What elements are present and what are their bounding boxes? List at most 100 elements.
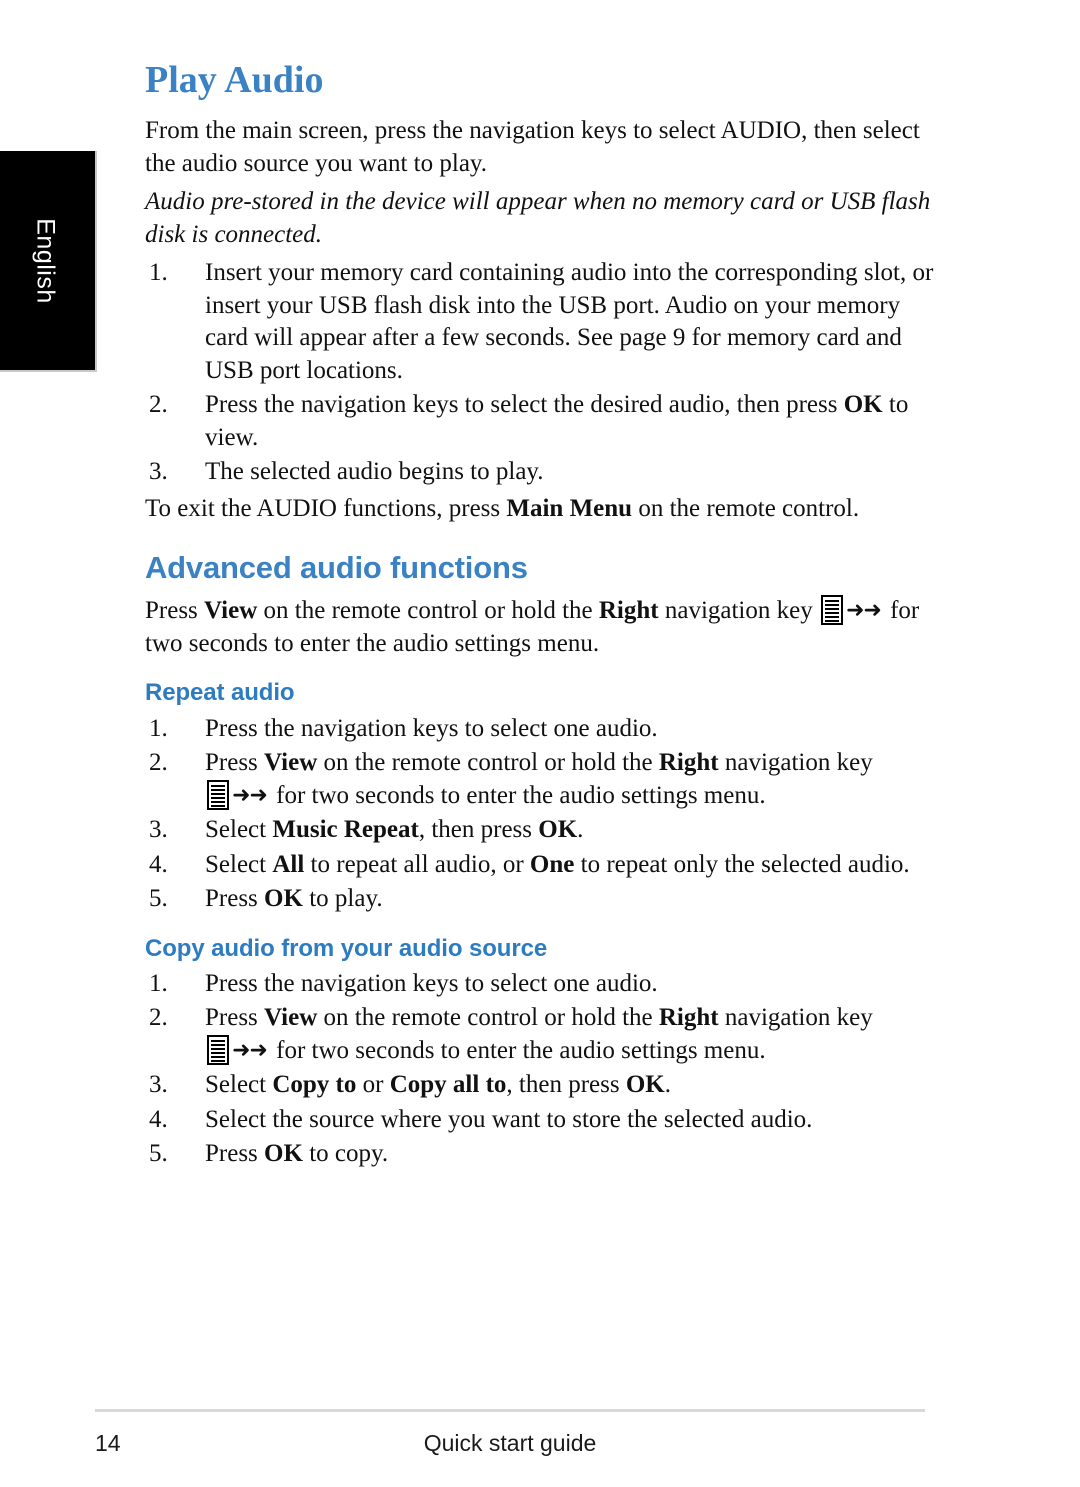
text-fragment: Press bbox=[205, 1140, 265, 1168]
bold-ok: OK bbox=[264, 1140, 303, 1168]
bold-view: View bbox=[264, 1004, 318, 1032]
step-number: 1. bbox=[149, 714, 168, 742]
double-right-arrow-icon: ➜➜ bbox=[845, 598, 882, 624]
list-item: 3. Select Copy to or Copy all to, then p… bbox=[145, 1069, 935, 1102]
text-fragment: Press bbox=[145, 597, 205, 625]
copy-audio-steps: 1. Press the navigation keys to select o… bbox=[145, 968, 935, 1171]
text-fragment: Select bbox=[205, 816, 273, 844]
text-fragment: . bbox=[664, 1071, 671, 1099]
step-number: 2. bbox=[149, 391, 168, 419]
list-item: 4. Select All to repeat all audio, or On… bbox=[145, 849, 935, 882]
play-audio-steps: 1. Insert your memory card containing au… bbox=[145, 257, 935, 489]
list-item: 5. Press OK to copy. bbox=[145, 1138, 935, 1171]
text-fragment: Select bbox=[205, 1071, 273, 1099]
advanced-intro-paragraph: Press View on the remote control or hold… bbox=[145, 595, 935, 660]
text-fragment: on the remote control or hold the bbox=[317, 1004, 659, 1032]
list-item: 1. Press the navigation keys to select o… bbox=[145, 713, 935, 746]
list-item: 5. Press OK to play. bbox=[145, 883, 935, 916]
exit-instruction: To exit the AUDIO functions, press Main … bbox=[145, 493, 935, 526]
footer-row: 14 Quick start guide bbox=[95, 1430, 925, 1460]
step-number: 5. bbox=[149, 1140, 168, 1168]
step-number: 4. bbox=[149, 850, 168, 878]
page-content: Play Audio From the main screen, press t… bbox=[145, 59, 935, 1175]
exit-pre: To exit the AUDIO functions, press bbox=[145, 494, 507, 522]
bold-one: One bbox=[529, 850, 575, 878]
bold-right: Right bbox=[658, 1004, 719, 1032]
step-number: 1. bbox=[149, 259, 168, 287]
footer-divider bbox=[95, 1409, 925, 1412]
text-fragment: for two seconds to enter the audio setti… bbox=[269, 1036, 766, 1064]
step-text: Press the navigation keys to select one … bbox=[205, 969, 658, 997]
text-fragment: . bbox=[577, 816, 584, 844]
text-fragment: or bbox=[356, 1071, 390, 1099]
exit-post: on the remote control. bbox=[632, 494, 860, 522]
step-number: 4. bbox=[149, 1105, 168, 1133]
bold-ok: OK bbox=[625, 1071, 665, 1099]
language-tab-label: English bbox=[30, 217, 59, 304]
bold-view: View bbox=[264, 749, 318, 777]
bold-copy-to: Copy to bbox=[272, 1071, 357, 1099]
step-text: The selected audio begins to play. bbox=[205, 458, 544, 486]
bold-ok: OK bbox=[538, 816, 578, 844]
page-title: Play Audio bbox=[145, 59, 324, 101]
subsection-heading-copy-audio: Copy audio from your audio source bbox=[145, 934, 548, 962]
list-menu-icon bbox=[207, 1034, 229, 1065]
list-item: 1. Press the navigation keys to select o… bbox=[145, 968, 935, 1001]
subsection-heading-repeat-audio: Repeat audio bbox=[145, 679, 295, 707]
list-item: 3. Select Music Repeat, then press OK. bbox=[145, 814, 935, 847]
text-fragment: on the remote control or hold the bbox=[317, 749, 659, 777]
step-text: Press the navigation keys to select one … bbox=[205, 714, 658, 742]
step-number: 1. bbox=[149, 969, 168, 997]
note-paragraph: Audio pre-stored in the device will appe… bbox=[145, 188, 931, 248]
list-item: 2. Press View on the remote control or h… bbox=[145, 747, 935, 812]
text-fragment: to play. bbox=[302, 885, 383, 913]
text-fragment: Select bbox=[205, 850, 273, 878]
text-fragment: navigation key bbox=[718, 1004, 873, 1032]
list-item: 4. Select the source where you want to s… bbox=[145, 1104, 935, 1137]
step-number: 3. bbox=[149, 816, 168, 844]
step-number: 2. bbox=[149, 749, 168, 777]
step-text-pre: Press the navigation keys to select the … bbox=[205, 391, 844, 419]
double-right-arrow-icon: ➜➜ bbox=[232, 1037, 268, 1063]
bold-right: Right bbox=[598, 597, 659, 625]
double-right-arrow-icon: ➜➜ bbox=[232, 782, 268, 808]
text-fragment: on the remote control or hold the bbox=[257, 597, 599, 625]
step-text-bold: OK bbox=[843, 391, 883, 419]
text-fragment: navigation key bbox=[658, 597, 819, 625]
bold-music-repeat: Music Repeat bbox=[272, 816, 419, 844]
text-fragment: , then press bbox=[506, 1071, 626, 1099]
footer-guide-label: Quick start guide bbox=[423, 1430, 597, 1456]
list-item: 3. The selected audio begins to play. bbox=[145, 456, 935, 489]
language-side-tab: English bbox=[0, 151, 97, 372]
text-fragment: to copy. bbox=[302, 1140, 389, 1168]
text-fragment: navigation key bbox=[718, 749, 873, 777]
list-menu-icon bbox=[820, 595, 843, 626]
text-fragment: to repeat all audio, or bbox=[304, 850, 530, 878]
step-number: 5. bbox=[149, 885, 168, 913]
bold-copy-all-to: Copy all to bbox=[389, 1071, 507, 1099]
text-fragment: Press bbox=[205, 749, 265, 777]
text-fragment: Press bbox=[205, 1004, 265, 1032]
list-item: 2. Press View on the remote control or h… bbox=[145, 1002, 935, 1067]
step-number: 2. bbox=[149, 1004, 168, 1032]
bold-view: View bbox=[204, 597, 258, 625]
list-item: 2. Press the navigation keys to select t… bbox=[145, 389, 935, 454]
list-menu-icon bbox=[207, 779, 229, 810]
exit-bold: Main Menu bbox=[506, 494, 633, 522]
bold-all: All bbox=[272, 850, 305, 878]
section-heading-advanced-audio: Advanced audio functions bbox=[145, 550, 528, 586]
bold-right: Right bbox=[658, 749, 719, 777]
list-item: 1. Insert your memory card containing au… bbox=[145, 257, 935, 387]
text-fragment: Press bbox=[205, 885, 265, 913]
repeat-audio-steps: 1. Press the navigation keys to select o… bbox=[145, 713, 935, 916]
page-footer: 14 Quick start guide bbox=[95, 1409, 925, 1460]
intro-paragraph: From the main screen, press the navigati… bbox=[145, 117, 920, 177]
step-text: Insert your memory card containing audio… bbox=[205, 259, 934, 384]
bold-ok: OK bbox=[264, 885, 303, 913]
text-fragment: for two seconds to enter the audio setti… bbox=[269, 781, 766, 809]
step-text: Select the source where you want to stor… bbox=[205, 1105, 813, 1133]
step-number: 3. bbox=[149, 458, 168, 486]
text-fragment: to repeat only the selected audio. bbox=[574, 850, 910, 878]
step-number: 3. bbox=[149, 1071, 168, 1099]
text-fragment: , then press bbox=[418, 816, 539, 844]
